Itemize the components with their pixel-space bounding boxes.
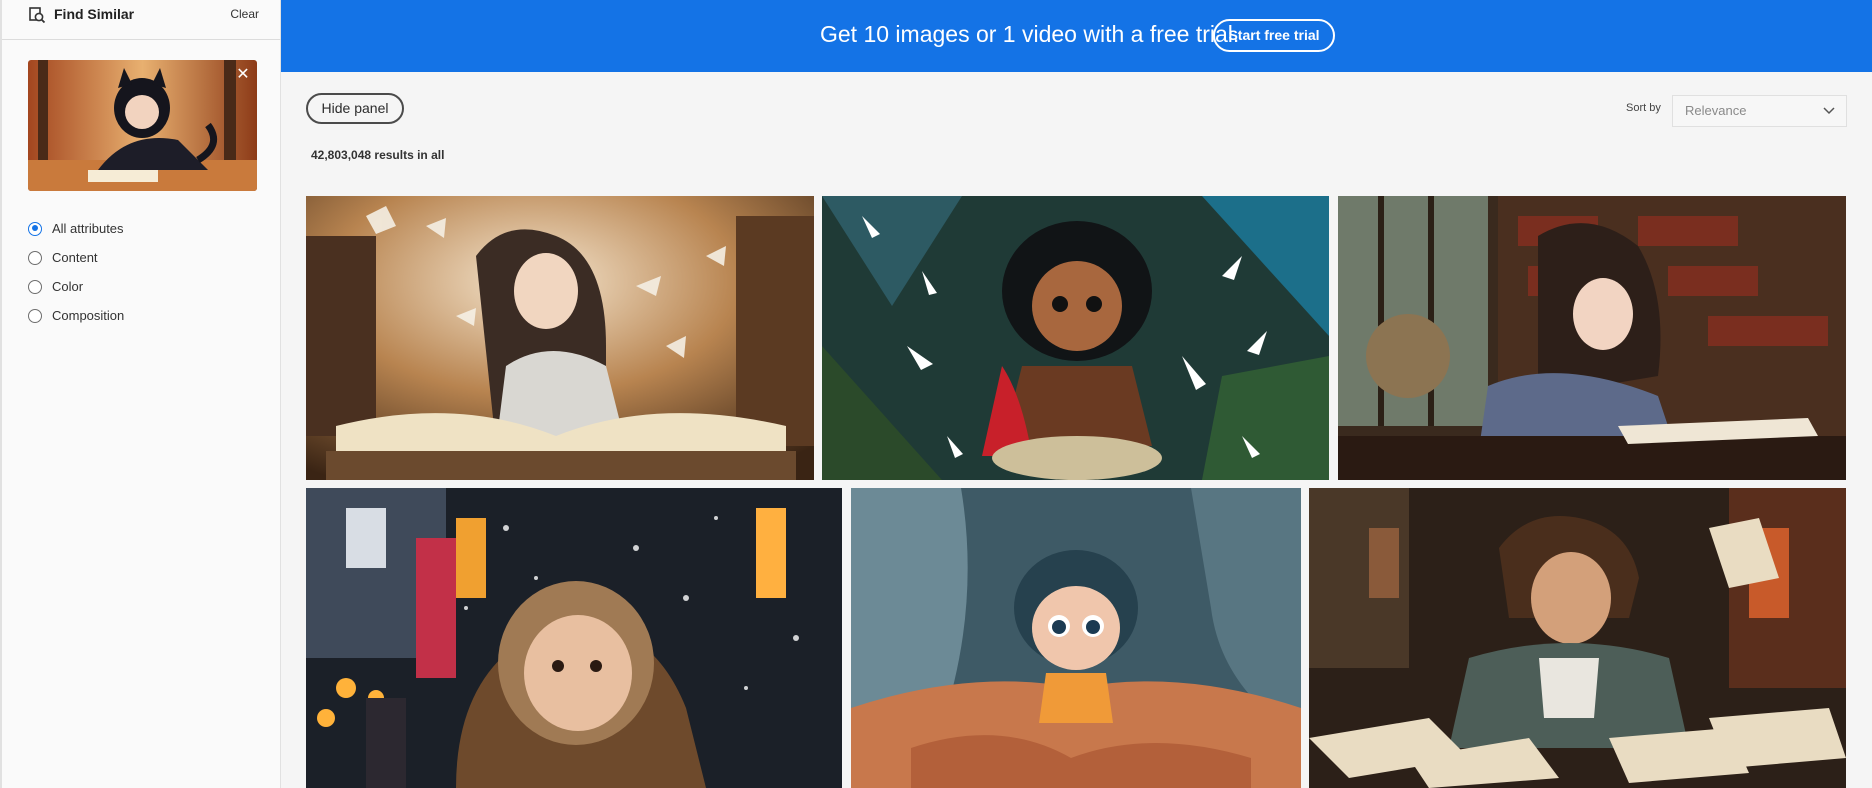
image-boy-with-papers	[1309, 488, 1846, 788]
radio-label: Content	[52, 250, 98, 265]
radio-unchecked-icon	[28, 250, 42, 265]
radio-checked-icon	[28, 221, 42, 236]
image-tile-boy-with-papers[interactable]	[1309, 488, 1846, 788]
radio-unchecked-icon	[28, 308, 42, 323]
image-tile-boy-with-butterflies[interactable]	[822, 196, 1329, 480]
hide-panel-button[interactable]: Hide panel	[306, 93, 404, 124]
image-tile-girl-reading-library[interactable]	[306, 196, 814, 480]
image-girl-writing-library	[1338, 196, 1846, 480]
attribute-radio-group: All attributes Content Color Composition	[28, 214, 124, 330]
start-free-trial-button[interactable]: Start free trial	[1213, 19, 1335, 52]
find-similar-icon	[29, 7, 46, 24]
radio-label: Composition	[52, 308, 125, 323]
sort-by-label: Sort by	[1626, 102, 1661, 114]
image-child-in-snow-city	[306, 488, 842, 788]
banner-text: Get 10 images or 1 video with a free tri…	[820, 21, 1240, 47]
results-count: 42,803,048 results in all	[311, 148, 445, 162]
radio-label: All attributes	[52, 221, 124, 236]
radio-composition[interactable]: Composition	[28, 301, 124, 330]
free-trial-banner: Get 10 images or 1 video with a free tri…	[281, 0, 1872, 72]
image-child-under-blanket	[851, 488, 1301, 788]
radio-content[interactable]: Content	[28, 243, 124, 272]
close-icon[interactable]: ✕	[234, 66, 252, 84]
radio-all-attributes[interactable]: All attributes	[28, 214, 124, 243]
radio-color[interactable]: Color	[28, 272, 124, 301]
sort-value: Relevance	[1685, 103, 1747, 118]
image-tile-child-under-blanket[interactable]	[851, 488, 1301, 788]
image-tile-child-in-snow-city[interactable]	[306, 488, 842, 788]
clear-button[interactable]: Clear	[230, 7, 259, 21]
radio-unchecked-icon	[28, 279, 42, 294]
panel-title: Find Similar	[54, 6, 135, 22]
find-similar-panel: Find Similar Clear ✕ All attributes Cont…	[0, 0, 281, 788]
radio-label: Color	[52, 279, 84, 294]
image-tile-girl-writing-library[interactable]	[1338, 196, 1846, 480]
panel-header: Find Similar Clear	[2, 0, 281, 40]
image-girl-reading-library	[306, 196, 814, 480]
chevron-down-icon	[1823, 107, 1835, 115]
image-boy-with-butterflies	[822, 196, 1329, 480]
reference-image	[28, 60, 257, 191]
reference-image-thumbnail[interactable]: ✕	[28, 60, 257, 191]
sort-dropdown[interactable]: Relevance	[1672, 95, 1847, 127]
